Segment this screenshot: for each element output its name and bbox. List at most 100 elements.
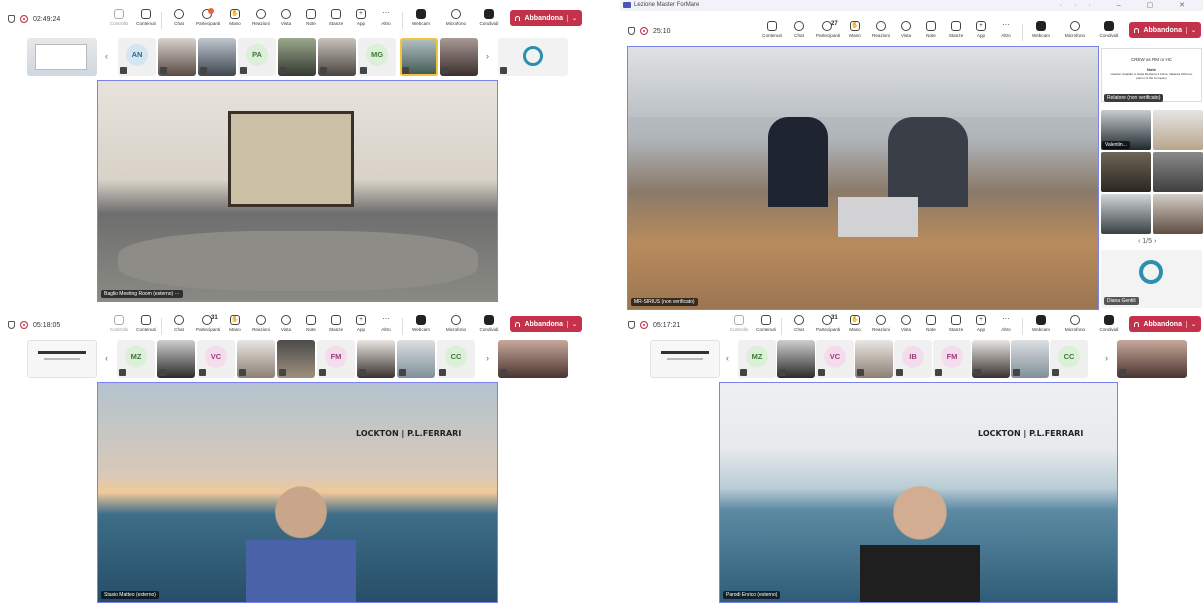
leave-button[interactable]: Abbandona ⌄ (510, 10, 582, 26)
participant-tile[interactable]: CC (437, 340, 475, 378)
participant-tile[interactable] (397, 340, 435, 378)
participant-tile[interactable] (498, 38, 568, 76)
participant-tile[interactable] (855, 340, 893, 378)
participant-tile[interactable]: MG (358, 38, 396, 76)
gallery-tile[interactable] (1153, 110, 1203, 150)
more-button[interactable]: ··· Altro (995, 315, 1017, 333)
participant-tile[interactable] (972, 340, 1010, 378)
rooms-button[interactable]: Stanze (945, 315, 967, 332)
shared-content-thumbnail[interactable] (27, 340, 97, 378)
reactions-button[interactable]: Reazioni (870, 21, 892, 38)
content-button[interactable]: Contenuti (755, 315, 777, 332)
participant-tile[interactable]: PA (238, 38, 276, 76)
chat-button[interactable]: Chat (788, 21, 810, 38)
gallery-tile[interactable] (1153, 152, 1203, 192)
participant-tile[interactable]: MZ (738, 340, 776, 378)
participant-tile[interactable] (440, 38, 478, 76)
webcam-button[interactable]: Webcam (410, 9, 432, 26)
rooms-button[interactable]: Stanze (325, 9, 347, 26)
control-button[interactable]: Controllo (108, 9, 130, 26)
notes-button[interactable]: Note (300, 9, 322, 26)
mic-button[interactable]: Microfono (445, 9, 467, 26)
shared-content-thumbnail[interactable] (27, 38, 97, 76)
mic-button[interactable]: Microfono (445, 315, 467, 332)
view-button[interactable]: Vista (275, 315, 297, 332)
next-arrow-icon[interactable]: › (486, 51, 489, 61)
content-button[interactable]: Contenuti (761, 21, 783, 38)
notes-button[interactable]: Note (920, 315, 942, 332)
control-button[interactable]: Controllo (108, 315, 130, 332)
apps-button[interactable]: + App (350, 315, 372, 332)
participant-tile[interactable]: VC (197, 340, 235, 378)
notes-button[interactable]: Note (300, 315, 322, 332)
more-button[interactable]: ··· Altro (375, 9, 397, 27)
more-button[interactable]: ··· Altro (995, 21, 1017, 39)
participant-tile[interactable]: AN (118, 38, 156, 76)
reactions-button[interactable]: Reazioni (870, 315, 892, 332)
apps-button[interactable]: + App (350, 9, 372, 26)
participants-button[interactable]: 31 Partecipanti (196, 315, 220, 332)
view-button[interactable]: Vista (895, 21, 917, 38)
next-arrow-icon[interactable]: › (1105, 353, 1108, 363)
leave-button[interactable]: Abbandona ⌄ (1129, 22, 1201, 38)
participant-tile[interactable] (1011, 340, 1049, 378)
participant-tile[interactable]: IB (894, 340, 932, 378)
participant-tile[interactable]: FM (933, 340, 971, 378)
chat-button[interactable]: Chat (788, 315, 810, 332)
gallery-tile[interactable] (1101, 152, 1151, 192)
webcam-button[interactable]: Webcam (410, 315, 432, 332)
mic-button[interactable]: Microfono (1064, 21, 1086, 38)
mic-button[interactable]: Microfono (1064, 315, 1086, 332)
gallery-tile[interactable]: Valentin... (1101, 110, 1151, 150)
view-button[interactable]: Vista (895, 315, 917, 332)
participant-tile[interactable]: Diana Gentili (1101, 250, 1202, 308)
share-button[interactable]: Condividi (478, 9, 500, 26)
participants-button[interactable]: Partecipanti (196, 8, 220, 26)
gallery-tile[interactable] (1153, 194, 1203, 234)
leave-button[interactable]: Abbandona ⌄ (510, 316, 582, 332)
apps-button[interactable]: + App (970, 21, 992, 38)
webcam-button[interactable]: Webcam (1030, 21, 1052, 38)
prev-arrow-icon[interactable]: ‹ (105, 353, 108, 363)
share-button[interactable]: Condividi (1098, 21, 1120, 38)
participant-tile[interactable] (158, 38, 196, 76)
content-button[interactable]: Contenuti (135, 9, 157, 26)
chat-button[interactable]: Chat (168, 9, 190, 26)
participant-tile[interactable]: MZ (117, 340, 155, 378)
leave-button[interactable]: Abbandona ⌄ (1129, 316, 1201, 332)
gallery-pager[interactable]: ‹ 1/5 › (1138, 238, 1156, 245)
participant-tile[interactable] (318, 38, 356, 76)
control-button[interactable]: Controllo (728, 315, 750, 332)
view-button[interactable]: Vista (275, 9, 297, 26)
participants-button[interactable]: 27 Partecipanti (816, 21, 840, 38)
shared-content-thumbnail[interactable] (650, 340, 720, 378)
rooms-button[interactable]: Stanze (325, 315, 347, 332)
participant-tile[interactable] (357, 340, 395, 378)
participant-tile[interactable] (237, 340, 275, 378)
participant-tile[interactable] (777, 340, 815, 378)
reactions-button[interactable]: Reazioni (250, 9, 272, 26)
prev-arrow-icon[interactable]: ‹ (105, 51, 108, 61)
reactions-button[interactable]: Reazioni (250, 315, 272, 332)
gallery-tile[interactable] (1101, 194, 1151, 234)
notes-button[interactable]: Note (920, 21, 942, 38)
chat-button[interactable]: Chat (168, 315, 190, 332)
participant-tile[interactable]: FM (317, 340, 355, 378)
participant-tile[interactable]: VC (816, 340, 854, 378)
participant-tile[interactable] (198, 38, 236, 76)
participant-tile[interactable] (400, 38, 438, 76)
prev-arrow-icon[interactable]: ‹ (726, 353, 729, 363)
raise-hand-button[interactable]: ✋ Mano (844, 21, 866, 38)
participant-tile[interactable] (277, 340, 315, 378)
participant-tile[interactable] (498, 340, 568, 378)
window-controls[interactable]: ··· – ▢ ✕ (1060, 0, 1197, 11)
share-button[interactable]: Condividi (478, 315, 500, 332)
participant-tile[interactable] (157, 340, 195, 378)
participant-tile[interactable] (278, 38, 316, 76)
participants-button[interactable]: 31 Partecipanti (816, 315, 840, 332)
raise-hand-button[interactable]: ✋ Mano (224, 9, 246, 26)
raise-hand-button[interactable]: ✋ Mano (224, 315, 246, 332)
apps-button[interactable]: + App (970, 315, 992, 332)
participant-tile[interactable]: CC (1050, 340, 1088, 378)
rooms-button[interactable]: Stanze (945, 21, 967, 38)
